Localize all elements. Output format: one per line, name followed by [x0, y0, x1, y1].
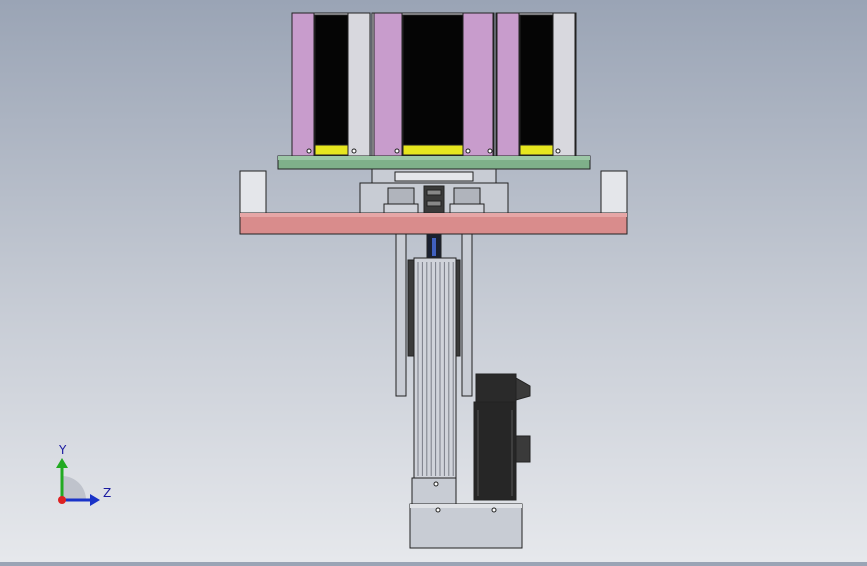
light-panel [552, 12, 576, 157]
screw [351, 148, 357, 154]
bolt [453, 187, 481, 205]
y-axis-label: Y [59, 443, 67, 457]
yellow-strip [519, 144, 554, 156]
z-axis-arrow [90, 494, 100, 506]
guide-rod-left [395, 233, 407, 397]
purple-panel [462, 12, 494, 157]
screw [491, 507, 497, 513]
purple-panel [291, 12, 315, 157]
screw [433, 481, 439, 487]
guide-rod-right [461, 233, 473, 397]
dark-cavity [402, 14, 464, 146]
pink-base-plate[interactable] [239, 212, 628, 235]
z-axis-label: Z [103, 486, 112, 500]
top-cartridge-assembly[interactable] [291, 12, 577, 157]
orientation-triad [56, 458, 100, 506]
screw [435, 507, 441, 513]
purple-panel [373, 12, 403, 157]
yellow-strip [402, 144, 464, 156]
light-panel [347, 12, 371, 157]
screw [555, 148, 561, 154]
y-axis-arrow [56, 458, 68, 468]
dark-cavity [314, 14, 349, 146]
screw [394, 148, 400, 154]
center-hub[interactable] [359, 168, 509, 214]
support-block-right[interactable] [600, 170, 628, 214]
cad-viewport[interactable]: Y Z [0, 0, 867, 562]
actuator-end-cap [411, 477, 457, 505]
bolt [383, 203, 419, 214]
green-turntable-plate[interactable] [277, 155, 591, 170]
triad-origin [58, 496, 66, 504]
cad-model-view[interactable] [0, 0, 867, 562]
drive-motor[interactable] [473, 373, 531, 501]
dark-cavity [519, 14, 554, 146]
lower-coupling [426, 233, 442, 261]
triad-quadrant [62, 476, 86, 500]
support-block-left[interactable] [239, 170, 267, 214]
screw [306, 148, 312, 154]
screw [465, 148, 471, 154]
screw [487, 148, 493, 154]
linear-actuator[interactable] [411, 257, 457, 505]
bolt [449, 203, 485, 214]
purple-panel [496, 12, 520, 157]
yellow-strip [314, 144, 349, 156]
bolt [387, 187, 415, 205]
